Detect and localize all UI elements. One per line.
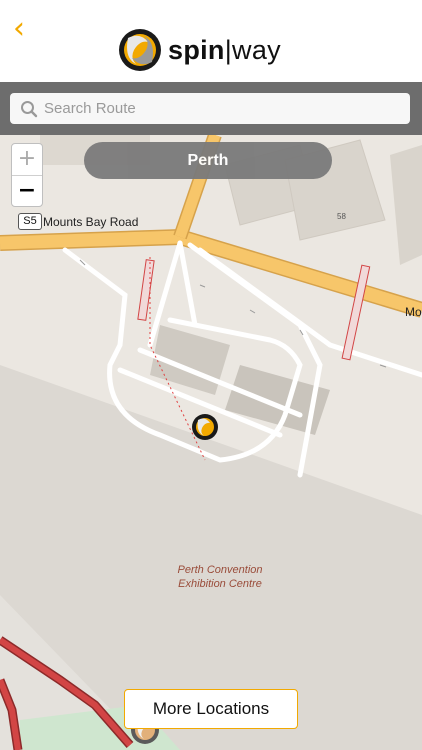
spinway-location-marker[interactable] [192, 414, 218, 440]
poi-label-line1: Perth Convention [177, 564, 263, 576]
search-input[interactable] [42, 99, 386, 118]
road-label-right: Mo [405, 305, 422, 319]
building-number: 58 [337, 212, 346, 221]
search-bar [0, 82, 422, 135]
app-header: ‹ spin|way [0, 0, 422, 82]
city-label[interactable]: Perth [84, 142, 332, 179]
spinway-logo: spin|way [118, 26, 281, 74]
spinway-logo-icon [119, 29, 161, 71]
poi-label: Perth Convention Exhibition Centre [170, 563, 270, 591]
zoom-in-button[interactable]: + [12, 144, 42, 176]
zoom-control: + − [11, 143, 43, 207]
back-button[interactable]: ‹ [4, 12, 34, 46]
zoom-out-button[interactable]: − [12, 176, 42, 206]
more-locations-button[interactable]: More Locations [124, 689, 298, 729]
road-label: Mounts Bay Road [43, 215, 139, 229]
map-view[interactable]: + − Perth S5 Mounts Bay Road Mo 58 Perth… [0, 135, 422, 750]
logo-wordmark: spin|way [168, 34, 281, 65]
road-shield: S5 [18, 213, 42, 230]
poi-label-line2: Exhibition Centre [178, 578, 262, 590]
search-icon [21, 100, 38, 117]
search-field[interactable] [10, 93, 410, 124]
chevron-left-icon: ‹ [13, 11, 25, 46]
